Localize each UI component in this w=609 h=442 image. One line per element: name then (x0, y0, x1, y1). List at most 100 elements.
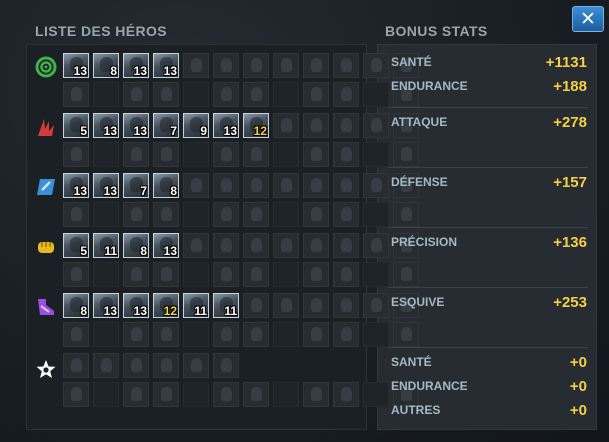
locked-hero-slot[interactable] (333, 262, 359, 287)
locked-hero-slot[interactable] (273, 382, 299, 407)
locked-hero-slot[interactable] (213, 262, 239, 287)
mystic-claw-icon[interactable] (34, 115, 58, 139)
locked-hero-slot[interactable] (93, 382, 119, 407)
locked-hero-slot[interactable] (93, 142, 119, 167)
locked-hero-slot[interactable] (123, 202, 149, 227)
hero-portrait-cosmic[interactable]: 13 (63, 53, 89, 78)
locked-hero-slot[interactable] (183, 53, 209, 78)
locked-hero-slot[interactable] (123, 82, 149, 107)
locked-hero-slot[interactable] (243, 82, 269, 107)
locked-hero-slot[interactable] (243, 322, 269, 347)
locked-hero-slot[interactable] (183, 382, 209, 407)
locked-hero-slot[interactable] (213, 353, 239, 378)
locked-hero-slot[interactable] (303, 233, 329, 258)
locked-hero-slot[interactable] (273, 322, 299, 347)
locked-hero-slot[interactable] (243, 293, 269, 318)
locked-hero-slot[interactable] (183, 233, 209, 258)
hero-portrait-mystic[interactable]: 13 (213, 113, 239, 138)
locked-hero-slot[interactable] (363, 82, 389, 107)
locked-hero-slot[interactable] (363, 382, 389, 407)
hero-portrait-mystic[interactable]: 12 (243, 113, 269, 138)
hero-portrait-mystic[interactable]: 9 (183, 113, 209, 138)
locked-hero-slot[interactable] (303, 202, 329, 227)
hero-portrait-tech[interactable]: 8 (153, 173, 179, 198)
hero-portrait-combat[interactable]: 13 (153, 233, 179, 258)
locked-hero-slot[interactable] (183, 202, 209, 227)
hero-portrait-combat[interactable]: 11 (93, 233, 119, 258)
universal-star-icon[interactable] (34, 357, 58, 381)
locked-hero-slot[interactable] (63, 353, 89, 378)
locked-hero-slot[interactable] (63, 322, 89, 347)
locked-hero-slot[interactable] (333, 173, 359, 198)
locked-hero-slot[interactable] (213, 53, 239, 78)
locked-hero-slot[interactable] (123, 322, 149, 347)
locked-hero-slot[interactable] (183, 173, 209, 198)
locked-hero-slot[interactable] (63, 382, 89, 407)
locked-hero-slot[interactable] (153, 262, 179, 287)
hero-portrait-tech[interactable]: 13 (93, 173, 119, 198)
locked-hero-slot[interactable] (213, 233, 239, 258)
locked-hero-slot[interactable] (303, 173, 329, 198)
locked-hero-slot[interactable] (333, 382, 359, 407)
locked-hero-slot[interactable] (243, 142, 269, 167)
hero-portrait-scientific[interactable]: 13 (123, 293, 149, 318)
locked-hero-slot[interactable] (93, 322, 119, 347)
locked-hero-slot[interactable] (393, 262, 419, 287)
locked-hero-slot[interactable] (243, 233, 269, 258)
locked-hero-slot[interactable] (303, 142, 329, 167)
locked-hero-slot[interactable] (93, 202, 119, 227)
locked-hero-slot[interactable] (363, 113, 389, 138)
locked-hero-slot[interactable] (153, 142, 179, 167)
locked-hero-slot[interactable] (93, 82, 119, 107)
locked-hero-slot[interactable] (183, 353, 209, 378)
locked-hero-slot[interactable] (213, 202, 239, 227)
locked-hero-slot[interactable] (183, 82, 209, 107)
hero-portrait-mystic[interactable]: 13 (93, 113, 119, 138)
locked-hero-slot[interactable] (333, 293, 359, 318)
locked-hero-slot[interactable] (243, 202, 269, 227)
locked-hero-slot[interactable] (303, 293, 329, 318)
locked-hero-slot[interactable] (303, 322, 329, 347)
locked-hero-slot[interactable] (213, 173, 239, 198)
locked-hero-slot[interactable] (363, 142, 389, 167)
locked-hero-slot[interactable] (183, 142, 209, 167)
locked-hero-slot[interactable] (333, 233, 359, 258)
locked-hero-slot[interactable] (333, 82, 359, 107)
locked-hero-slot[interactable] (273, 173, 299, 198)
locked-hero-slot[interactable] (393, 202, 419, 227)
locked-hero-slot[interactable] (363, 233, 389, 258)
close-button[interactable]: ✕ (572, 6, 604, 32)
locked-hero-slot[interactable] (63, 142, 89, 167)
locked-hero-slot[interactable] (123, 142, 149, 167)
locked-hero-slot[interactable] (333, 53, 359, 78)
hero-portrait-mystic[interactable]: 7 (153, 113, 179, 138)
locked-hero-slot[interactable] (303, 262, 329, 287)
locked-hero-slot[interactable] (303, 382, 329, 407)
locked-hero-slot[interactable] (153, 382, 179, 407)
locked-hero-slot[interactable] (93, 262, 119, 287)
locked-hero-slot[interactable] (243, 173, 269, 198)
locked-hero-slot[interactable] (153, 353, 179, 378)
hero-portrait-scientific[interactable]: 12 (153, 293, 179, 318)
locked-hero-slot[interactable] (363, 262, 389, 287)
hero-portrait-scientific[interactable]: 13 (93, 293, 119, 318)
locked-hero-slot[interactable] (303, 113, 329, 138)
locked-hero-slot[interactable] (363, 202, 389, 227)
hero-portrait-combat[interactable]: 5 (63, 233, 89, 258)
locked-hero-slot[interactable] (153, 202, 179, 227)
hero-portrait-tech[interactable]: 7 (123, 173, 149, 198)
locked-hero-slot[interactable] (213, 142, 239, 167)
locked-hero-slot[interactable] (363, 53, 389, 78)
hero-portrait-cosmic[interactable]: 13 (123, 53, 149, 78)
locked-hero-slot[interactable] (363, 322, 389, 347)
locked-hero-slot[interactable] (213, 82, 239, 107)
locked-hero-slot[interactable] (273, 142, 299, 167)
hero-portrait-cosmic[interactable]: 8 (93, 53, 119, 78)
locked-hero-slot[interactable] (63, 202, 89, 227)
locked-hero-slot[interactable] (363, 293, 389, 318)
hero-portrait-tech[interactable]: 13 (63, 173, 89, 198)
locked-hero-slot[interactable] (303, 82, 329, 107)
hero-portrait-scientific[interactable]: 8 (63, 293, 89, 318)
locked-hero-slot[interactable] (153, 322, 179, 347)
cosmic-spiral-icon[interactable] (34, 55, 58, 79)
